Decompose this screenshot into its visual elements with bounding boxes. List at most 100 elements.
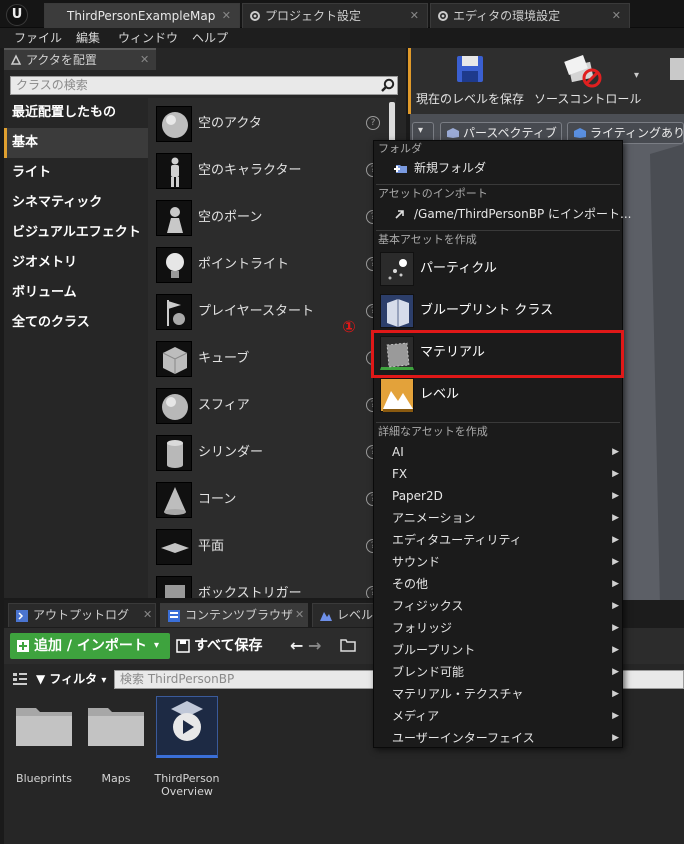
- light-bulb-icon: [156, 247, 192, 283]
- import-arrow-icon: [395, 210, 404, 219]
- submenu-label: エディタユーティリティ: [392, 533, 522, 547]
- chevron-down-icon: ▾: [418, 125, 424, 136]
- close-icon[interactable]: ✕: [295, 604, 304, 626]
- submenu-ai[interactable]: AI ▶: [374, 441, 622, 463]
- asset-label-maps[interactable]: Maps: [81, 772, 151, 785]
- level-menu-item[interactable]: レベル: [374, 374, 622, 416]
- category-visual-effects[interactable]: ビジュアルエフェクト: [4, 218, 148, 248]
- filter-button[interactable]: ▼ フィルタ ▾: [36, 670, 106, 688]
- close-icon[interactable]: ✕: [410, 4, 419, 28]
- submenu-media[interactable]: メディア ▶: [374, 705, 622, 727]
- save-level-button[interactable]: 現在のレベルを保存: [416, 90, 524, 106]
- class-search-input[interactable]: クラスの検索: [10, 76, 398, 95]
- folder-icon[interactable]: [340, 638, 356, 652]
- submenu-editor-utilities[interactable]: エディタユーティリティ ▶: [374, 529, 622, 551]
- close-icon[interactable]: ✕: [140, 50, 149, 70]
- submenu-sound[interactable]: サウンド ▶: [374, 551, 622, 573]
- asset-label-third-person-overview[interactable]: ThirdPerson Overview: [152, 772, 222, 798]
- close-icon[interactable]: ✕: [612, 4, 621, 28]
- tab-editor-preferences[interactable]: エディタの環境設定 ✕: [430, 3, 630, 28]
- back-arrow-icon[interactable]: ←: [290, 636, 303, 655]
- save-level-icon[interactable]: [454, 54, 486, 84]
- submenu-misc[interactable]: その他 ▶: [374, 573, 622, 595]
- category-geometry[interactable]: ジオメトリ: [4, 248, 148, 278]
- actor-item-cube[interactable]: キューブ ?: [148, 335, 396, 382]
- submenu-foliage[interactable]: フォリッジ ▶: [374, 617, 622, 639]
- folder-icon[interactable]: [14, 702, 74, 748]
- submenu-physics[interactable]: フィジックス ▶: [374, 595, 622, 617]
- category-all-classes[interactable]: 全てのクラス: [4, 308, 148, 338]
- tab-levels[interactable]: レベル: [312, 603, 374, 627]
- submenu-blendables[interactable]: ブレンド可能 ▶: [374, 661, 622, 683]
- particle-menu-item[interactable]: パーティクル: [374, 248, 622, 290]
- add-import-button[interactable]: 追加 / インポート ▾: [10, 633, 170, 659]
- menu-edit[interactable]: 編集: [76, 28, 100, 48]
- tab-third-person-map[interactable]: ThirdPersonExampleMap ✕: [44, 3, 240, 28]
- next-tool-icon[interactable]: [668, 54, 684, 84]
- menu-help[interactable]: ヘルプ: [192, 28, 228, 48]
- actor-item-sphere[interactable]: スフィア ?: [148, 382, 396, 429]
- actor-item-point-light[interactable]: ポイントライト ?: [148, 241, 396, 288]
- submenu-label: Paper2D: [392, 489, 443, 503]
- category-volumes[interactable]: ボリューム: [4, 278, 148, 308]
- close-icon[interactable]: ✕: [222, 4, 231, 28]
- new-folder-menu-item[interactable]: 新規フォルダ: [374, 157, 622, 179]
- cube-icon: [156, 341, 192, 377]
- tab-content-browser[interactable]: コンテンツブラウザ ✕: [160, 603, 308, 627]
- submenu-label: フォリッジ: [392, 621, 453, 635]
- submenu-fx[interactable]: FX ▶: [374, 463, 622, 485]
- output-log-icon: [16, 610, 28, 622]
- save-all-button[interactable]: すべて保存: [176, 633, 262, 659]
- search-icon[interactable]: [380, 78, 395, 93]
- source-control-icon[interactable]: [562, 54, 606, 88]
- import-menu-item[interactable]: /Game/ThirdPersonBP にインポート...: [374, 203, 631, 225]
- submenu-label: マテリアル・テクスチャ: [392, 687, 524, 701]
- help-icon[interactable]: ?: [366, 116, 380, 130]
- import-label: /Game/ThirdPersonBP にインポート...: [414, 207, 632, 221]
- chevron-right-icon: ▶: [612, 469, 619, 479]
- tab-output-log[interactable]: アウトプットログ ✕: [8, 603, 156, 627]
- third-person-overview-thumbnail[interactable]: [156, 696, 218, 758]
- particle-icon: [380, 252, 414, 286]
- tab-label: アウトプットログ: [33, 608, 130, 622]
- close-icon[interactable]: ✕: [143, 604, 152, 626]
- menu-window[interactable]: ウィンドウ: [118, 28, 178, 48]
- tab-project-settings[interactable]: プロジェクト設定 ✕: [242, 3, 428, 28]
- place-actors-tab[interactable]: アクタを配置 ✕: [4, 48, 156, 70]
- actor-item-empty-pawn[interactable]: 空のポーン ?: [148, 194, 396, 241]
- chevron-right-icon: ▶: [612, 491, 619, 501]
- submenu-paper2d[interactable]: Paper2D ▶: [374, 485, 622, 507]
- submenu-materials-textures[interactable]: マテリアル・テクスチャ ▶: [374, 683, 622, 705]
- actor-label: 平面: [198, 539, 225, 554]
- source-control-button[interactable]: ソースコントロール: [534, 90, 641, 106]
- tab-label: レベル: [337, 608, 374, 622]
- sources-panel-icon[interactable]: [12, 672, 28, 686]
- submenu-blueprints[interactable]: ブループリント ▶: [374, 639, 622, 661]
- actor-item-cylinder[interactable]: シリンダー ?: [148, 429, 396, 476]
- folder-icon[interactable]: [86, 702, 146, 748]
- scrollbar-thumb[interactable]: [389, 102, 395, 142]
- submenu-user-interface[interactable]: ユーザーインターフェイス ▶: [374, 727, 622, 749]
- actor-item-box-trigger[interactable]: ボックストリガー ?: [148, 570, 396, 598]
- levels-icon: [320, 612, 332, 621]
- category-basic[interactable]: 基本: [4, 128, 148, 158]
- category-recent[interactable]: 最近配置したもの: [4, 98, 148, 128]
- submenu-animation[interactable]: アニメーション ▶: [374, 507, 622, 529]
- actor-item-empty-actor[interactable]: 空のアクタ ?: [148, 100, 396, 147]
- chevron-right-icon: ▶: [612, 689, 619, 699]
- menu-file[interactable]: ファイル: [14, 28, 62, 48]
- category-lights[interactable]: ライト: [4, 158, 148, 188]
- lighting-label: ライティングあり: [590, 126, 684, 140]
- material-highlight-box: [371, 330, 624, 378]
- chevron-right-icon: ▶: [612, 623, 619, 633]
- category-cinematic[interactable]: シネマティック: [4, 188, 148, 218]
- actor-item-empty-character[interactable]: 空のキャラクター ?: [148, 147, 396, 194]
- blueprint-class-menu-item[interactable]: ブループリント クラス: [374, 290, 622, 332]
- asset-label-blueprints[interactable]: Blueprints: [9, 772, 79, 785]
- chevron-down-icon[interactable]: ▾: [634, 70, 639, 81]
- add-icon: [17, 640, 29, 652]
- actor-item-cone[interactable]: コーン ?: [148, 476, 396, 523]
- forward-arrow-icon[interactable]: →: [308, 636, 321, 655]
- actor-item-plane[interactable]: 平面 ?: [148, 523, 396, 570]
- chevron-right-icon: ▶: [612, 733, 619, 743]
